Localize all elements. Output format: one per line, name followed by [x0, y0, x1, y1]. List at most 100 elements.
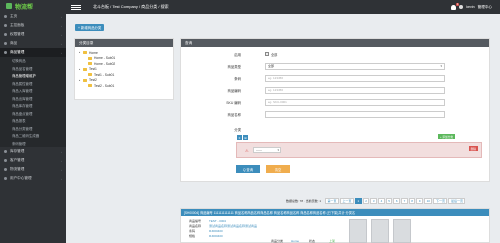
chevron-left-icon: ‹: [61, 14, 62, 19]
short-code-row: 商品编码 eg. 123456: [181, 86, 489, 94]
result-field-label: 商品编号: [189, 219, 202, 223]
tree-node[interactable]: Test2 - Sub01: [79, 83, 169, 89]
sidebar-item-label: 主页: [10, 14, 18, 18]
page-button[interactable]: 10: [424, 197, 433, 204]
box-icon: [4, 42, 7, 45]
sidebar-item-label: 主控面板: [10, 23, 25, 27]
page-button[interactable]: 9: [416, 197, 424, 204]
first-page-button[interactable]: 第一页: [325, 197, 340, 204]
sidebar-subitem[interactable]: 商品属性管理: [0, 79, 66, 87]
sidebar-subitem[interactable]: 商品二维码生成器: [0, 132, 66, 140]
sidebar-subitem[interactable]: 商品入库管理: [0, 87, 66, 95]
result-field: 商品名称 测试商品名称测试商品名称测试商品: [189, 224, 257, 228]
type-select[interactable]: 全部 ▾: [265, 62, 445, 70]
enable-checkbox[interactable]: [265, 52, 269, 56]
short-code-input[interactable]: eg. 123456: [265, 86, 445, 94]
sidebar-subitem[interactable]: 商品盘点管理: [0, 109, 66, 117]
sidebar-item[interactable]: 物流管理 ‹: [0, 165, 66, 174]
sidebar-subitem[interactable]: 商品品名管理: [0, 64, 66, 72]
sidebar-subitem[interactable]: 切换商品: [0, 57, 66, 65]
prev-page-button[interactable]: 上一页: [340, 197, 355, 204]
add-category-button[interactable]: + 新增商品分类: [75, 24, 105, 31]
list-icon[interactable]: ≡: [237, 135, 242, 140]
tree-node-label: Test1: [89, 67, 97, 72]
chevron-left-icon: ‹: [61, 167, 62, 172]
clear-button[interactable]: 清空: [266, 165, 290, 173]
sidebar-item[interactable]: 权限管理 ‹: [0, 30, 66, 39]
page-button[interactable]: 1: [355, 197, 362, 204]
sidebar-subitem[interactable]: 条码管理: [0, 139, 66, 147]
sidebar-item[interactable]: 主控面板 ‹: [0, 21, 66, 30]
result-header[interactable]: [SH00004] 商品编号 1111111111111 商品名称商品名称商品名…: [181, 209, 489, 216]
key-icon: [4, 33, 7, 36]
sidebar-subitem[interactable]: 商品分类管理: [0, 124, 66, 132]
dashboard-icon: [4, 24, 7, 27]
sidebar-item[interactable]: 库存管理 ‹: [0, 147, 66, 156]
folder-icon: [88, 62, 92, 66]
sku-label: SKU 编码: [226, 100, 241, 105]
enable-option[interactable]: 全部: [271, 52, 277, 57]
product-image[interactable]: [349, 219, 367, 243]
add-category-filter-button[interactable]: + 添加分类: [438, 134, 456, 139]
user-icon: [4, 177, 7, 180]
next-page-button[interactable]: 下一页: [433, 197, 448, 204]
barcode-input[interactable]: eg. 123456: [265, 74, 445, 82]
warehouse-icon: [4, 150, 7, 153]
enable-label: 启用: [234, 52, 241, 57]
chevron-left-icon: ‹: [61, 32, 62, 37]
menu-toggle-icon[interactable]: [71, 4, 81, 10]
page-button[interactable]: 3: [370, 197, 378, 204]
barcode-row: 条码 eg. 123456: [181, 74, 489, 82]
sidebar-item[interactable]: 商品 ‹: [0, 39, 66, 48]
type-row: 商品类型 全部 ▾: [181, 62, 489, 70]
page-button[interactable]: 7: [401, 197, 408, 204]
type-label: 商品类型: [227, 64, 241, 69]
sidebar-item[interactable]: 客户管理 ‹: [0, 156, 66, 165]
folder-icon: [88, 73, 92, 77]
warning-icon: ⚠: [245, 148, 249, 153]
product-image[interactable]: [371, 219, 389, 243]
page-button[interactable]: 6: [393, 197, 401, 204]
category-label: 分类: [234, 127, 241, 132]
sidebar-subitem[interactable]: 商品报表: [0, 117, 66, 125]
sidebar-subitem[interactable]: 商品库存管理: [0, 102, 66, 110]
pagination-info: 数据总数: 78 · 当前页数: 1: [286, 198, 322, 203]
page-button[interactable]: 8: [408, 197, 416, 204]
logo-text: 物流帮: [15, 4, 34, 11]
logo[interactable]: 物流帮: [0, 0, 66, 12]
result-field: 商品编号 TEST - 0004: [189, 219, 226, 223]
last-page-button[interactable]: 最后一页: [448, 197, 466, 204]
result-field: 规格 RJ000400: [189, 234, 223, 238]
result-field-label: 商品名称: [189, 224, 202, 228]
sidebar-item[interactable]: 主页 ‹: [0, 12, 66, 21]
short-code-label: 商品编码: [227, 88, 241, 93]
user-role[interactable]: 管理中心: [478, 5, 492, 10]
name-input[interactable]: [265, 110, 445, 118]
page-button[interactable]: 5: [385, 197, 393, 204]
sidebar-item-label: 客户管理: [10, 158, 25, 162]
delete-category-button[interactable]: 删除: [468, 146, 478, 151]
sidebar-subitem[interactable]: 商品出库管理: [0, 94, 66, 102]
sidebar-item[interactable]: 用户中心管理 ‹: [0, 174, 66, 183]
product-image[interactable]: [393, 219, 411, 243]
name-row: 商品名称: [181, 110, 489, 118]
category-filter-box: ⚠ ------ ▾ 删除: [236, 142, 482, 158]
sku-input[interactable]: eg. SKU-0001: [265, 98, 445, 106]
caret-right-icon: ▸: [79, 67, 81, 71]
chevron-left-icon: ‹: [61, 176, 62, 181]
sidebar-item-label: 库存管理: [10, 149, 25, 153]
sidebar-item[interactable]: 商品管理 ‹: [0, 48, 66, 57]
avatar[interactable]: [459, 5, 464, 9]
result-field: 条码 RJ000400: [189, 229, 223, 233]
search-button[interactable]: Q 查询: [236, 165, 260, 173]
page-button[interactable]: 2: [362, 197, 370, 204]
topbar: 北斗台板 / Test Company / 商品分类 / 搜索 1 kevin …: [66, 0, 500, 14]
user-name[interactable]: kevin: [466, 5, 474, 9]
sidebar-subitem[interactable]: 商品管理增维护: [0, 72, 66, 80]
page-button[interactable]: 4: [378, 197, 385, 204]
folder-icon: [83, 51, 87, 55]
user-area: 1 kevin 管理中心: [451, 2, 492, 10]
bell-icon[interactable]: 1: [451, 2, 460, 10]
category-select[interactable]: ------ ▾: [253, 147, 281, 153]
tree-icon[interactable]: ⊞: [243, 135, 248, 140]
